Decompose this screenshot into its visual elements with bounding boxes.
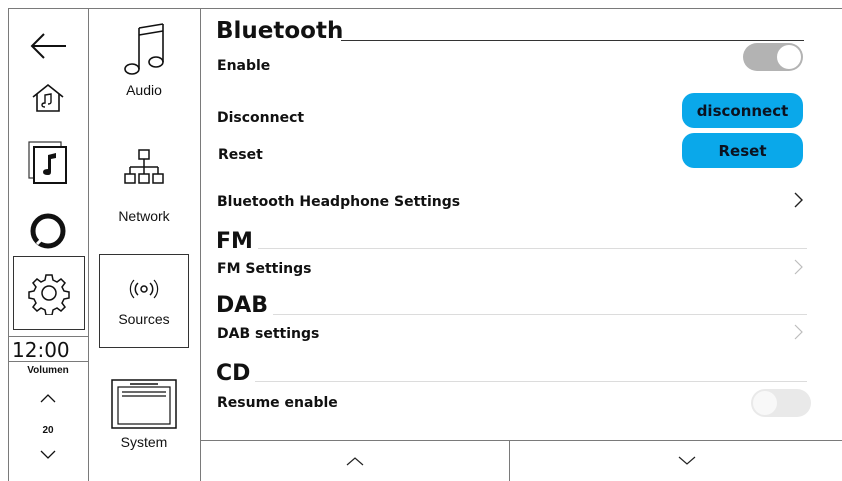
clock: 12:00 (12, 338, 70, 362)
bottom-bar-separator (509, 440, 510, 481)
disconnect-button[interactable]: disconnect (682, 93, 803, 128)
media-button[interactable] (8, 138, 88, 188)
top-border (8, 8, 842, 9)
clock-divider (8, 336, 88, 337)
home-button[interactable] (8, 78, 88, 118)
chevron-up-icon (346, 456, 364, 465)
resume-enable-label: Resume enable (217, 395, 338, 411)
section-rule-dab (273, 314, 807, 315)
resume-enable-toggle[interactable] (751, 389, 811, 417)
section-title-bluetooth: Bluetooth (216, 18, 344, 44)
section-title-cd: CD (216, 361, 251, 386)
toggle-knob (753, 391, 777, 415)
volume-up-button[interactable] (8, 388, 88, 408)
dab-settings-item[interactable]: DAB settings (217, 326, 319, 342)
bluetooth-headphone-settings-item[interactable]: Bluetooth Headphone Settings (217, 194, 460, 210)
fm-settings-item[interactable]: FM Settings (217, 261, 311, 277)
category-system-label: System (120, 434, 168, 450)
section-rule-bluetooth (341, 40, 804, 41)
toggle-knob (777, 45, 801, 69)
system-device-icon (111, 379, 177, 429)
chevron-right-icon[interactable] (790, 258, 806, 276)
bluetooth-enable-toggle[interactable] (743, 43, 803, 71)
reset-label: Reset (218, 147, 263, 163)
left-rail: 12:00 Volumen 20 (8, 8, 88, 481)
volume-label: Volumen (27, 365, 69, 376)
volume-value: 20 (42, 425, 54, 436)
category-sources-label: Sources (118, 311, 170, 327)
section-rule-fm (258, 248, 807, 249)
category-sources[interactable]: Sources (99, 254, 189, 348)
radio-waves-icon (129, 279, 159, 299)
category-network-label: Network (118, 208, 170, 224)
chevron-up-icon (40, 394, 56, 403)
music-note-card-icon (28, 141, 67, 184)
section-title-dab: DAB (216, 293, 269, 318)
enable-label: Enable (217, 58, 271, 74)
category-divider (200, 8, 201, 481)
volume-divider (8, 361, 88, 362)
chevron-right-icon[interactable] (790, 323, 806, 341)
disconnect-label: Disconnect (217, 110, 305, 126)
music-notes-icon (124, 23, 164, 75)
category-audio-label: Audio (126, 82, 162, 98)
chevron-down-icon (40, 450, 56, 459)
home-music-icon (32, 83, 64, 112)
gear-icon (28, 274, 70, 315)
network-icon (124, 149, 164, 184)
reset-button[interactable]: Reset (682, 133, 803, 168)
chevron-down-icon (678, 456, 696, 465)
bottom-scroll-bar (200, 440, 842, 481)
assistant-button[interactable] (8, 208, 88, 254)
back-button[interactable] (8, 24, 88, 68)
settings-button[interactable] (13, 256, 85, 330)
back-arrow-icon (30, 33, 66, 59)
circle-icon (30, 213, 66, 249)
chevron-right-icon[interactable] (790, 191, 806, 209)
scroll-up-button[interactable] (200, 440, 510, 481)
category-audio[interactable]: Audio (88, 22, 200, 98)
volume-down-button[interactable] (8, 445, 88, 465)
section-title-fm: FM (216, 229, 253, 254)
scroll-down-button[interactable] (532, 440, 842, 481)
category-system[interactable]: System (88, 378, 200, 450)
section-rule-cd (255, 381, 807, 382)
category-network[interactable]: Network (88, 148, 200, 224)
